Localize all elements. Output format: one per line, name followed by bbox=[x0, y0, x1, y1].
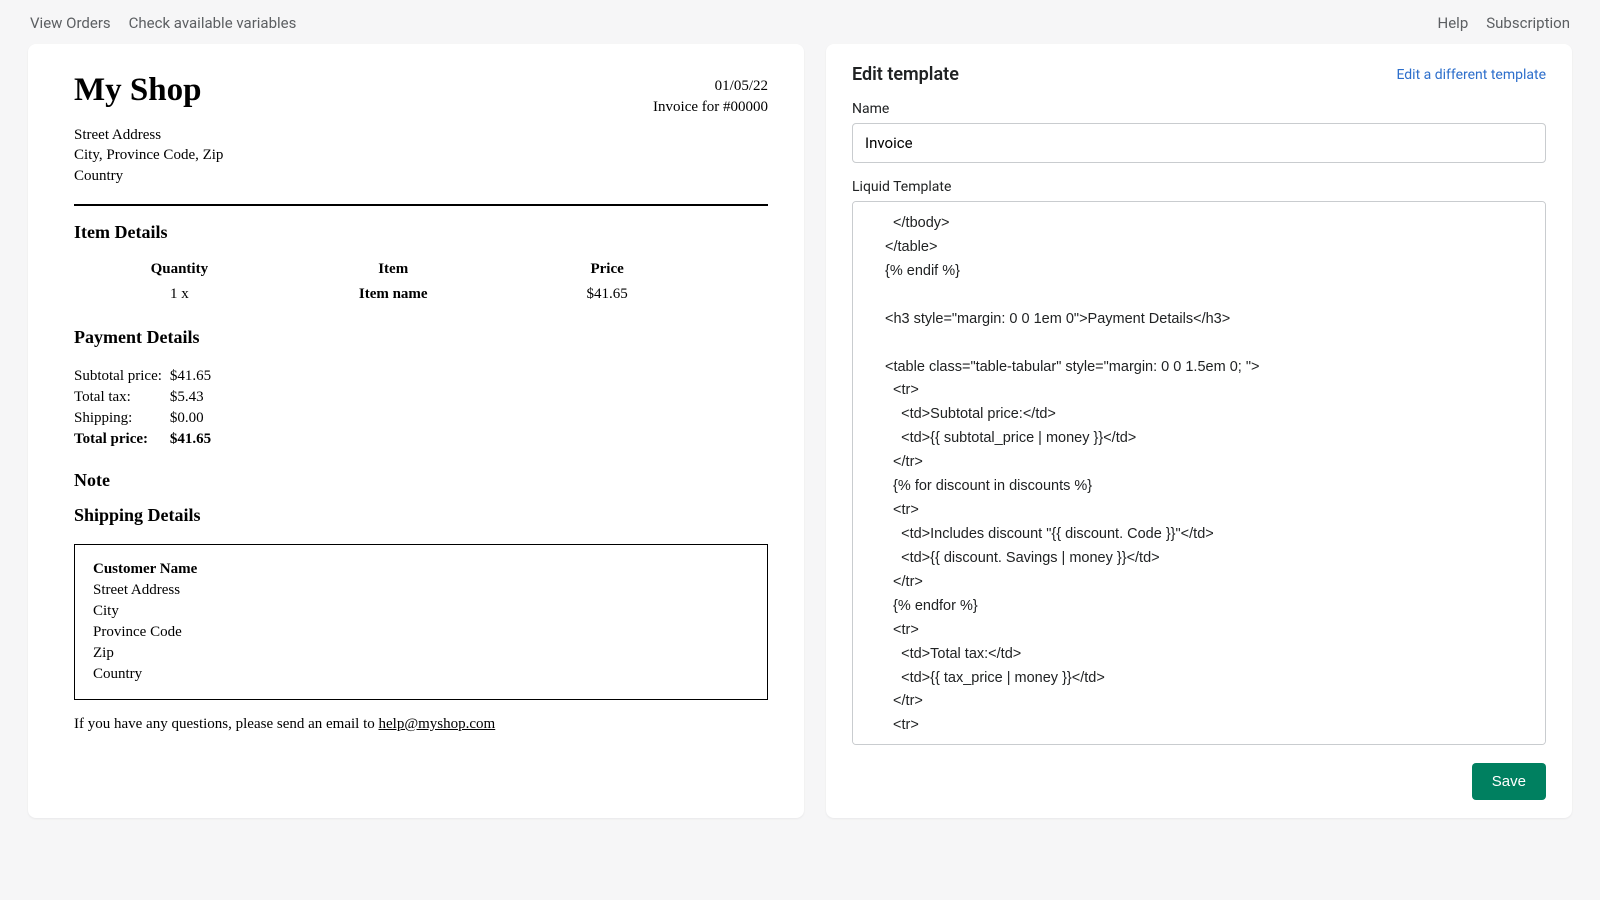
liquid-template-editor[interactable] bbox=[853, 202, 1545, 744]
ship-country: Country bbox=[93, 664, 749, 685]
shop-name: My Shop bbox=[74, 72, 223, 109]
preview-panel: My Shop Street Address City, Province Co… bbox=[28, 44, 804, 818]
cell-price: $41.65 bbox=[502, 284, 713, 305]
top-bar: View Orders Check available variables He… bbox=[0, 0, 1600, 44]
name-label: Name bbox=[852, 101, 1546, 117]
shop-address-line1: Street Address bbox=[74, 125, 223, 145]
name-input[interactable] bbox=[852, 123, 1546, 163]
editor-title: Edit template bbox=[852, 64, 959, 85]
shop-address-line2: City, Province Code, Zip bbox=[74, 145, 223, 165]
save-button[interactable]: Save bbox=[1472, 763, 1546, 800]
payment-row-shipping: Shipping: $0.00 bbox=[74, 408, 215, 429]
check-variables-link[interactable]: Check available variables bbox=[129, 14, 297, 32]
col-price: Price bbox=[502, 261, 713, 284]
note-heading: Note bbox=[74, 470, 768, 491]
divider bbox=[74, 204, 768, 206]
items-table: Quantity Item Price 1 x Item name $41.65 bbox=[74, 261, 712, 305]
liquid-template-label: Liquid Template bbox=[852, 179, 1546, 195]
shop-address-line3: Country bbox=[74, 166, 223, 186]
editor-panel: Edit template Edit a different template … bbox=[826, 44, 1572, 818]
ship-street: Street Address bbox=[93, 580, 749, 601]
subscription-link[interactable]: Subscription bbox=[1486, 14, 1570, 32]
payment-details-heading: Payment Details bbox=[74, 327, 768, 348]
table-row: 1 x Item name $41.65 bbox=[74, 284, 712, 305]
invoice-for: Invoice for #00000 bbox=[653, 97, 768, 118]
cell-item: Item name bbox=[285, 284, 502, 305]
payment-row-tax: Total tax: $5.43 bbox=[74, 387, 215, 408]
payment-table: Subtotal price: $41.65 Total tax: $5.43 … bbox=[74, 366, 215, 450]
edit-different-template-link[interactable]: Edit a different template bbox=[1396, 67, 1546, 83]
ship-zip: Zip bbox=[93, 643, 749, 664]
shipping-details-heading: Shipping Details bbox=[74, 505, 768, 526]
view-orders-link[interactable]: View Orders bbox=[30, 14, 111, 32]
shipping-box: Customer Name Street Address City Provin… bbox=[74, 544, 768, 700]
ship-province: Province Code bbox=[93, 622, 749, 643]
customer-name: Customer Name bbox=[93, 559, 749, 580]
payment-row-total: Total price: $41.65 bbox=[74, 429, 215, 450]
cell-qty: 1 x bbox=[74, 284, 285, 305]
help-link[interactable]: Help bbox=[1438, 14, 1469, 32]
footer-text: If you have any questions, please send a… bbox=[74, 716, 768, 733]
ship-city: City bbox=[93, 601, 749, 622]
item-details-heading: Item Details bbox=[74, 222, 768, 243]
payment-row-subtotal: Subtotal price: $41.65 bbox=[74, 366, 215, 387]
col-quantity: Quantity bbox=[74, 261, 285, 284]
contact-email-link[interactable]: help@myshop.com bbox=[379, 716, 496, 732]
col-item: Item bbox=[285, 261, 502, 284]
invoice-date: 01/05/22 bbox=[653, 76, 768, 97]
